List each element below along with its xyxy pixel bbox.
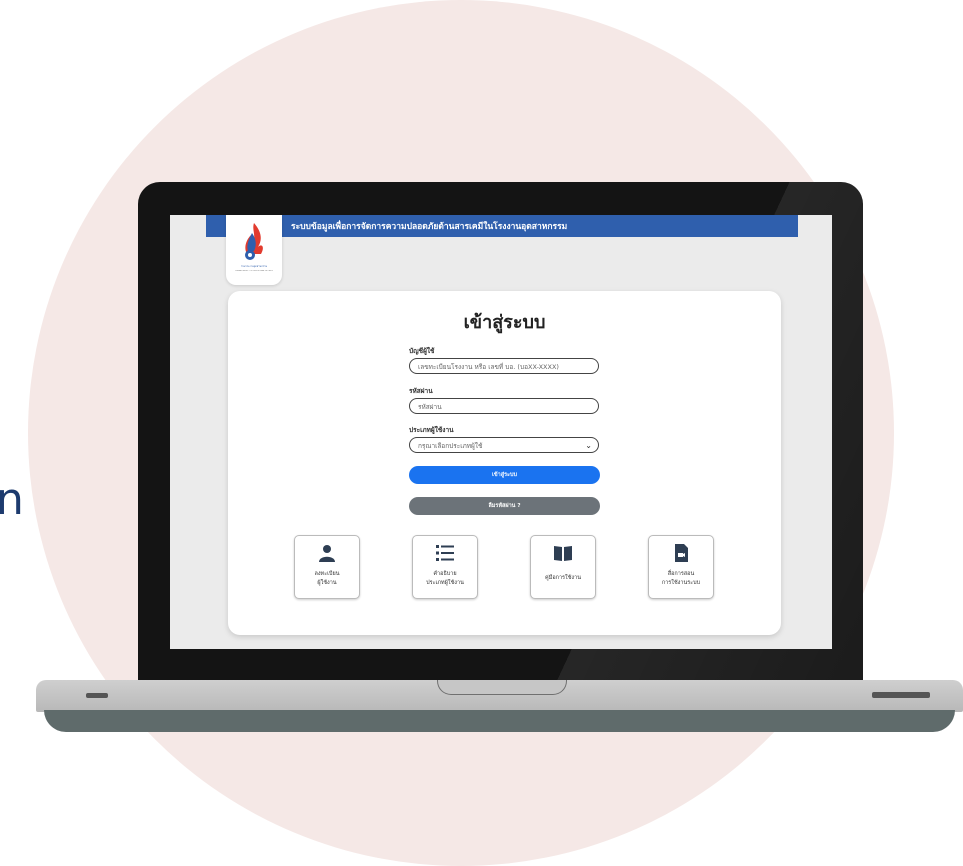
user-type-label: ประเภทผู้ใช้งาน bbox=[409, 426, 454, 434]
tile-user-manual[interactable]: คู่มือการใช้งาน bbox=[530, 535, 596, 599]
chevron-down-icon: ⌄ bbox=[585, 441, 592, 450]
tile-label-line2: ประเภทผู้ใช้งาน bbox=[426, 580, 464, 586]
tile-label-line1: คำอธิบาย bbox=[433, 571, 457, 577]
username-input[interactable]: เลขทะเบียนโรงงาน หรือ เลขที่ บอ. (บอXX-X… bbox=[409, 358, 599, 374]
tile-label-line2: การใช้งานระบบ bbox=[661, 580, 701, 586]
login-card: เข้าสู่ระบบ บัญชีผู้ใช้ เลขทะเบียนโรงงาน… bbox=[228, 291, 781, 635]
flame-gear-logo-icon bbox=[245, 223, 263, 260]
tile-label-line1: ลงทะเบียน bbox=[314, 571, 340, 577]
book-icon bbox=[554, 546, 572, 561]
logo-subcaption: DEPARTMENT OF INDUSTRIAL WORKS bbox=[235, 270, 273, 272]
password-input[interactable]: รหัสผ่าน bbox=[409, 398, 599, 414]
laptop-base-bottom bbox=[44, 710, 955, 732]
tile-training-media[interactable]: สื่อการสอน การใช้งานระบบ bbox=[648, 535, 714, 599]
user-type-select[interactable]: กรุณาเลือกประเภทผู้ใช้ ⌄ bbox=[409, 437, 599, 453]
tile-user-type-description[interactable]: คำอธิบาย ประเภทผู้ใช้งาน bbox=[412, 535, 478, 599]
password-label: รหัสผ่าน bbox=[409, 387, 433, 395]
app-title: ระบบข้อมูลเพื่อการจัดการความปลอดภัยด้านส… bbox=[291, 222, 568, 232]
login-button[interactable]: เข้าสู่ระบบ bbox=[409, 466, 600, 484]
video-file-icon bbox=[675, 544, 688, 562]
login-title: เข้าสู่ระบบ bbox=[463, 312, 546, 333]
username-placeholder: เลขทะเบียนโรงงาน หรือ เลขที่ บอ. (บอXX-X… bbox=[418, 363, 559, 371]
list-icon bbox=[436, 545, 454, 561]
username-label: บัญชีผู้ใช้ bbox=[409, 347, 435, 355]
logo-caption: กรมโรงงานอุตสาหกรรม bbox=[240, 265, 268, 268]
laptop-port-right bbox=[872, 692, 930, 698]
password-placeholder: รหัสผ่าน bbox=[418, 403, 442, 411]
app-header-bar: ระบบข้อมูลเพื่อการจัดการความปลอดภัยด้านส… bbox=[206, 215, 798, 237]
cropped-heading-text: n bbox=[0, 474, 24, 525]
forgot-password-button[interactable]: ลืมรหัสผ่าน ? bbox=[409, 497, 600, 515]
laptop-port-left bbox=[86, 693, 108, 698]
laptop-screen: ระบบข้อมูลเพื่อการจัดการความปลอดภัยด้านส… bbox=[170, 215, 832, 649]
tile-register-user[interactable]: ลงทะเบียน ผู้ใช้งาน bbox=[294, 535, 360, 599]
tile-label-line2: ผู้ใช้งาน bbox=[317, 580, 337, 586]
laptop-opening-notch bbox=[437, 680, 567, 695]
user-icon bbox=[319, 545, 335, 562]
tile-label-line1: สื่อการสอน bbox=[667, 571, 695, 577]
logo[interactable]: กรมโรงงานอุตสาหกรรม DEPARTMENT OF INDUST… bbox=[226, 215, 282, 285]
user-type-selected-value: กรุณาเลือกประเภทผู้ใช้ bbox=[418, 442, 483, 450]
tile-label-line1: คู่มือการใช้งาน bbox=[545, 575, 581, 581]
